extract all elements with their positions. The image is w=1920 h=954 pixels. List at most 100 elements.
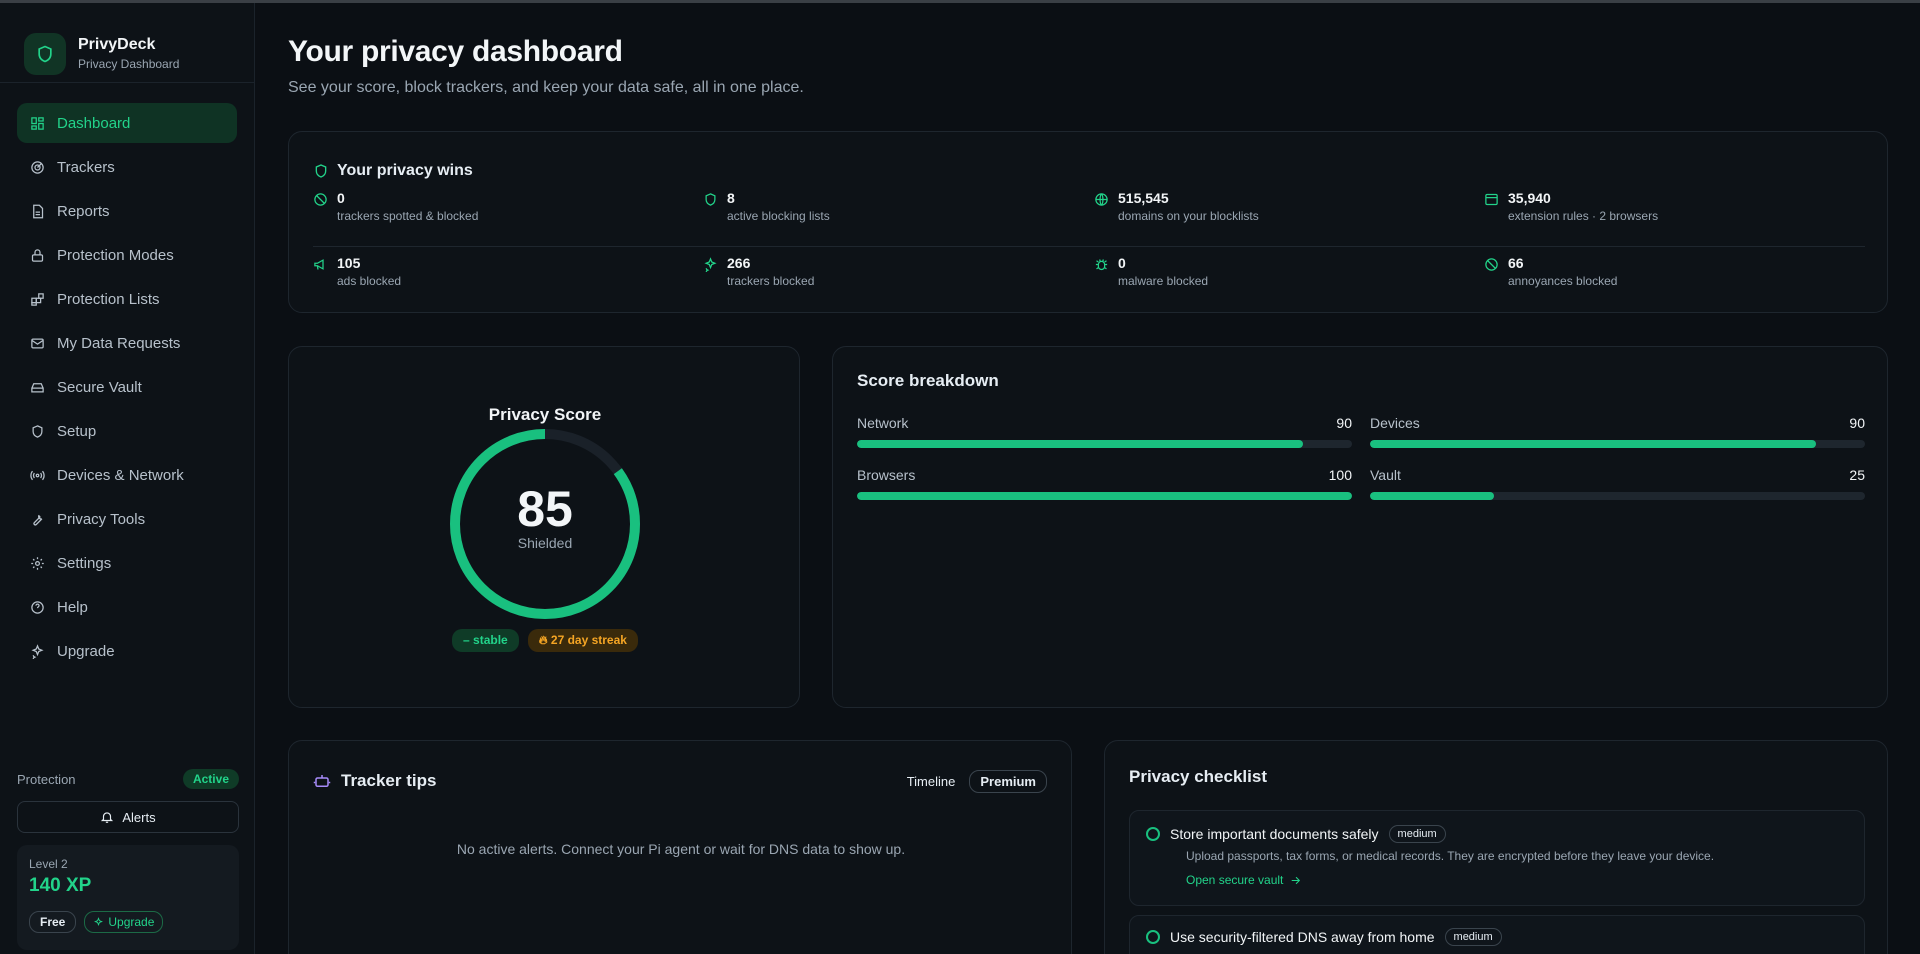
stat-value: 0 — [337, 190, 345, 206]
checklist-title: Privacy checklist — [1129, 767, 1267, 786]
link-label: Open secure vault — [1186, 873, 1284, 887]
score-value: 85 — [517, 481, 573, 537]
breakdown-vault: Vault 25 — [1370, 467, 1865, 500]
sidebar-item-reports[interactable]: Reports — [17, 191, 237, 231]
bar-fill — [1370, 440, 1816, 448]
shield-logo-icon — [24, 32, 66, 75]
score-chips: – stable 🔥︎ 27 day streak — [289, 629, 801, 652]
sidebar-item-settings[interactable]: Settings — [17, 543, 237, 583]
stat-domains: 515,545 domains on your blocklists — [1094, 190, 1259, 223]
priority-badge: medium — [1444, 928, 1502, 946]
sidebar-item-privacy-tools[interactable]: Privacy Tools — [17, 499, 237, 539]
sidebar-item-protection-modes[interactable]: Protection Modes — [17, 235, 237, 275]
bar-value: 90 — [1849, 415, 1865, 431]
score-title: Privacy Score — [488, 405, 602, 424]
bell-icon — [100, 810, 114, 824]
sidebar-item-protection-lists[interactable]: Protection Lists — [17, 279, 237, 319]
stat-annoyances-blocked: 66 annoyances blocked — [1484, 255, 1617, 288]
breakdown-browsers: Browsers 100 — [857, 467, 1352, 500]
checklist-item: Store important documents safely medium … — [1129, 810, 1865, 906]
dashboard-icon — [29, 115, 45, 131]
brand[interactable]: PrivyDeck Privacy Dashboard — [0, 3, 254, 83]
sparkle-icon — [93, 916, 104, 928]
flame-icon: 🔥︎ — [538, 633, 548, 647]
bug-icon — [1094, 257, 1110, 273]
sidebar-item-label: Dashboard — [57, 114, 131, 132]
sidebar-item-label: Protection Lists — [57, 290, 160, 308]
stat-trackers-spotted: 0 trackers spotted & blocked — [313, 190, 478, 223]
alerts-button[interactable]: Alerts — [17, 801, 239, 833]
sidebar-item-label: My Data Requests — [57, 334, 181, 352]
help-icon — [29, 599, 45, 615]
breakdown-title: Score breakdown — [857, 371, 999, 390]
blocks-icon — [29, 291, 45, 307]
upgrade-pill-button[interactable]: Upgrade — [84, 911, 164, 933]
browser-icon — [1484, 192, 1500, 208]
tips-title: Tracker tips — [341, 771, 437, 790]
sparkle-icon — [29, 643, 45, 659]
level-card: Level 2 140 XP Free Upgrade — [17, 845, 239, 950]
mail-icon — [29, 335, 45, 351]
bar-label: Devices — [1370, 415, 1420, 431]
open-secure-vault-link[interactable]: Open secure vault — [1186, 873, 1848, 887]
stat-value: 66 — [1508, 255, 1524, 271]
streak-badge: 🔥︎ 27 day streak — [527, 629, 638, 652]
sidebar-nav: Dashboard Trackers Reports Protection Mo… — [0, 83, 254, 671]
priority-badge: medium — [1388, 825, 1446, 843]
radar-icon — [29, 159, 45, 175]
checklist-item: Use security-filtered DNS away from home… — [1129, 915, 1865, 954]
bar-value: 100 — [1328, 467, 1352, 483]
privacy-checklist-card: Privacy checklist Store important docume… — [1104, 740, 1888, 954]
sidebar-item-label: Protection Modes — [57, 246, 174, 264]
privacy-score-card: Privacy Score 85 Shielded – stable 🔥︎ 27… — [288, 346, 800, 708]
sidebar-item-label: Devices & Network — [57, 466, 184, 484]
shield-icon — [703, 192, 719, 208]
page-subtitle: See your score, block trackers, and keep… — [288, 79, 804, 96]
app-subtitle: Privacy Dashboard — [78, 57, 180, 71]
bar-label: Network — [857, 415, 909, 431]
tab-premium[interactable]: Premium — [969, 770, 1047, 793]
sidebar-item-help[interactable]: Help — [17, 587, 237, 627]
level-label: Level 2 — [29, 857, 68, 871]
upgrade-pill-label: Upgrade — [108, 915, 155, 929]
stat-label: extension rules · 2 browsers — [1508, 209, 1659, 223]
bar-fill — [857, 440, 1303, 448]
tab-timeline[interactable]: Timeline — [907, 774, 956, 789]
score-status: Shielded — [517, 535, 573, 551]
stat-value: 0 — [1118, 255, 1126, 271]
sidebar-item-trackers[interactable]: Trackers — [17, 147, 237, 187]
gear-icon — [29, 555, 45, 571]
sidebar-item-label: Settings — [57, 554, 112, 572]
sidebar-item-devices-network[interactable]: Devices & Network — [17, 455, 237, 495]
checklist-item-desc: Upload passports, tax forms, or medical … — [1186, 849, 1715, 863]
checklist-item-name: Store important documents safely — [1170, 826, 1379, 842]
sidebar-item-secure-vault[interactable]: Secure Vault — [17, 367, 237, 407]
sidebar-item-setup[interactable]: Setup — [17, 411, 237, 451]
bar-track — [857, 440, 1352, 448]
sidebar-item-label: Upgrade — [57, 642, 115, 660]
tips-empty-state: No active alerts. Connect your Pi agent … — [456, 841, 906, 857]
sidebar-item-upgrade[interactable]: Upgrade — [17, 631, 237, 671]
sidebar-item-label: Reports — [57, 202, 110, 220]
tips-tabs: Timeline Premium — [907, 770, 1047, 793]
checklist-item-name: Use security-filtered DNS away from home — [1170, 929, 1435, 945]
breakdown-network: Network 90 — [857, 415, 1352, 448]
tips-header: Tracker tips — [313, 771, 436, 791]
checkbox-circle[interactable] — [1146, 930, 1160, 944]
stat-value: 35,940 — [1508, 190, 1551, 206]
shield-icon — [313, 163, 329, 179]
plan-badge: Free — [29, 911, 77, 933]
checkbox-circle[interactable] — [1146, 827, 1160, 841]
stat-extension-rules: 35,940 extension rules · 2 browsers — [1484, 190, 1658, 223]
stat-value: 105 — [337, 255, 361, 271]
sidebar-item-dashboard[interactable]: Dashboard — [17, 103, 237, 143]
trend-badge: – stable — [452, 629, 519, 652]
window-top-border — [0, 0, 1920, 3]
wins-header: Your privacy wins — [313, 162, 473, 180]
stat-label: ads blocked — [337, 274, 402, 288]
stat-label: malware blocked — [1118, 274, 1209, 288]
bar-track — [1370, 440, 1865, 448]
sidebar-item-my-data-requests[interactable]: My Data Requests — [17, 323, 237, 363]
sidebar-footer: Protection Active Alerts Level 2 140 XP … — [17, 769, 239, 950]
sidebar-item-label: Privacy Tools — [57, 510, 146, 528]
